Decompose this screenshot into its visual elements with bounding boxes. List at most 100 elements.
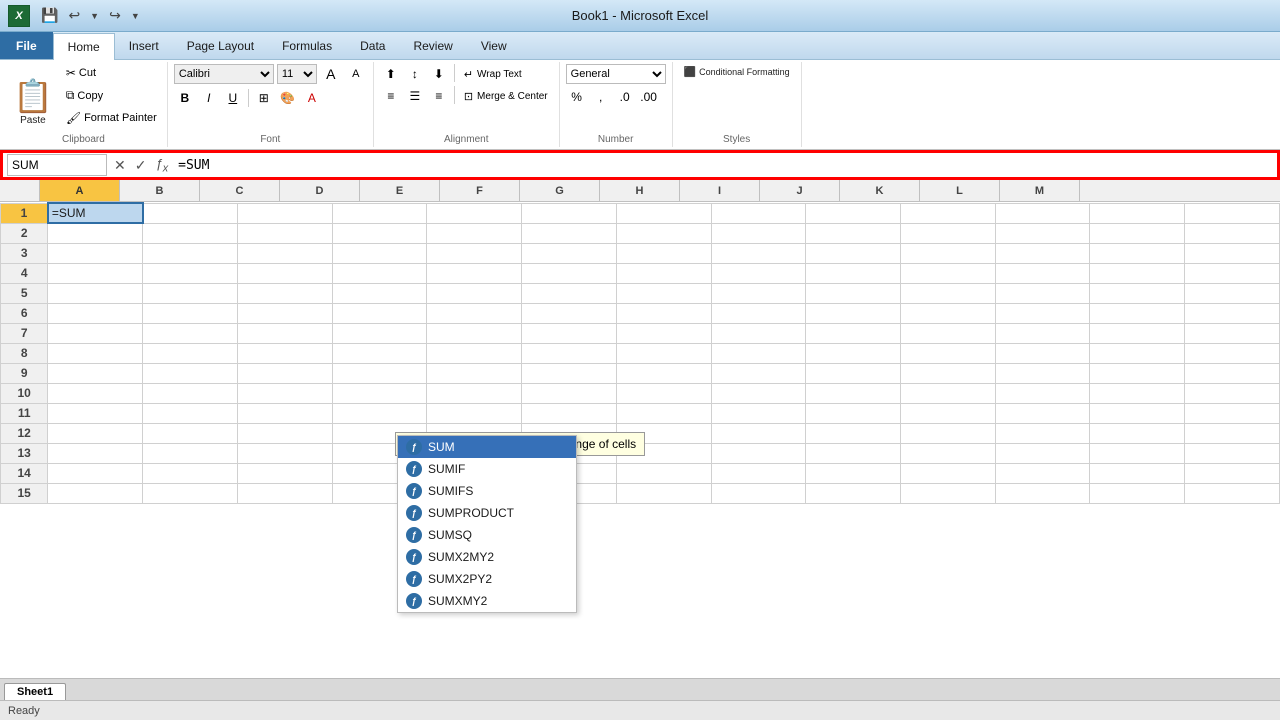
cell-G4[interactable] xyxy=(616,263,711,283)
conditional-formatting-btn[interactable]: ⬛ Conditional Formatting xyxy=(679,64,795,81)
cell-E2[interactable] xyxy=(427,223,522,243)
col-header-l[interactable]: L xyxy=(920,180,1000,201)
cell-L15[interactable] xyxy=(1090,483,1185,503)
save-quick-btn[interactable]: 💾 xyxy=(38,5,61,26)
cell-B5[interactable] xyxy=(143,283,238,303)
formula-cancel-btn[interactable]: ✕ xyxy=(111,156,129,175)
col-header-h[interactable]: H xyxy=(600,180,680,201)
cell-H13[interactable] xyxy=(711,443,806,463)
cell-G14[interactable] xyxy=(616,463,711,483)
cell-A4[interactable] xyxy=(48,263,143,283)
cell-I15[interactable] xyxy=(806,483,901,503)
cell-L13[interactable] xyxy=(1090,443,1185,463)
cell-F9[interactable] xyxy=(522,363,617,383)
cell-B15[interactable] xyxy=(143,483,238,503)
border-button[interactable]: ⊞ xyxy=(253,88,275,108)
format-painter-button[interactable]: 🖌 Format Painter xyxy=(62,109,161,127)
cell-H10[interactable] xyxy=(711,383,806,403)
cell-L2[interactable] xyxy=(1090,223,1185,243)
cell-D6[interactable] xyxy=(332,303,427,323)
ac-item-sumx2py2[interactable]: ƒ SUMX2PY2 xyxy=(398,568,576,590)
cell-A2[interactable] xyxy=(48,223,143,243)
ac-item-sumif[interactable]: ƒ SUMIF xyxy=(398,458,576,480)
cell-B13[interactable] xyxy=(143,443,238,463)
row-header-12[interactable]: 12 xyxy=(1,423,48,443)
cell-J7[interactable] xyxy=(900,323,995,343)
cell-H11[interactable] xyxy=(711,403,806,423)
cell-L3[interactable] xyxy=(1090,243,1185,263)
cell-E6[interactable] xyxy=(427,303,522,323)
cell-F7[interactable] xyxy=(522,323,617,343)
cell-M13[interactable] xyxy=(1185,443,1280,463)
cell-K5[interactable] xyxy=(995,283,1090,303)
row-header-14[interactable]: 14 xyxy=(1,463,48,483)
col-header-a[interactable]: A xyxy=(40,180,120,201)
align-right-btn[interactable]: ≡ xyxy=(428,86,450,106)
cell-E10[interactable] xyxy=(427,383,522,403)
tab-file[interactable]: File xyxy=(0,32,53,59)
cell-F11[interactable] xyxy=(522,403,617,423)
cell-F10[interactable] xyxy=(522,383,617,403)
cell-G11[interactable] xyxy=(616,403,711,423)
cell-J15[interactable] xyxy=(900,483,995,503)
cell-I7[interactable] xyxy=(806,323,901,343)
cell-M3[interactable] xyxy=(1185,243,1280,263)
cell-A15[interactable] xyxy=(48,483,143,503)
cell-B10[interactable] xyxy=(143,383,238,403)
row-header-7[interactable]: 7 xyxy=(1,323,48,343)
align-bottom-btn[interactable]: ⬇ xyxy=(428,64,450,84)
col-header-b[interactable]: B xyxy=(120,180,200,201)
cell-A14[interactable] xyxy=(48,463,143,483)
cell-A3[interactable] xyxy=(48,243,143,263)
cell-K7[interactable] xyxy=(995,323,1090,343)
row-header-4[interactable]: 4 xyxy=(1,263,48,283)
cell-G15[interactable] xyxy=(616,483,711,503)
row-header-10[interactable]: 10 xyxy=(1,383,48,403)
cell-F8[interactable] xyxy=(522,343,617,363)
cell-K8[interactable] xyxy=(995,343,1090,363)
cell-K12[interactable] xyxy=(995,423,1090,443)
cell-G6[interactable] xyxy=(616,303,711,323)
cell-C2[interactable] xyxy=(237,223,332,243)
cell-J12[interactable] xyxy=(900,423,995,443)
ac-item-sumx2my2[interactable]: ƒ SUMX2MY2 xyxy=(398,546,576,568)
formula-input[interactable] xyxy=(174,154,1273,176)
row-header-8[interactable]: 8 xyxy=(1,343,48,363)
cell-M15[interactable] xyxy=(1185,483,1280,503)
cell-D11[interactable] xyxy=(332,403,427,423)
cell-G9[interactable] xyxy=(616,363,711,383)
cell-B1[interactable] xyxy=(143,203,238,223)
cell-M8[interactable] xyxy=(1185,343,1280,363)
cell-I11[interactable] xyxy=(806,403,901,423)
cell-C13[interactable] xyxy=(237,443,332,463)
cell-A11[interactable] xyxy=(48,403,143,423)
cell-D3[interactable] xyxy=(332,243,427,263)
cell-H8[interactable] xyxy=(711,343,806,363)
cell-C14[interactable] xyxy=(237,463,332,483)
paste-button[interactable]: 📋 Paste xyxy=(6,64,60,139)
ac-item-sumxmy2[interactable]: ƒ SUMXMY2 xyxy=(398,590,576,612)
cell-M5[interactable] xyxy=(1185,283,1280,303)
cell-G1[interactable] xyxy=(616,203,711,223)
cell-D4[interactable] xyxy=(332,263,427,283)
cell-L11[interactable] xyxy=(1090,403,1185,423)
cell-H7[interactable] xyxy=(711,323,806,343)
cell-I6[interactable] xyxy=(806,303,901,323)
tab-data[interactable]: Data xyxy=(346,32,399,59)
cell-J9[interactable] xyxy=(900,363,995,383)
undo-quick-btn[interactable]: ↩ xyxy=(65,5,83,26)
cell-I1[interactable] xyxy=(806,203,901,223)
cell-E3[interactable] xyxy=(427,243,522,263)
tab-page-layout[interactable]: Page Layout xyxy=(173,32,268,59)
increase-decimal-btn[interactable]: .0 xyxy=(614,87,636,107)
cell-C5[interactable] xyxy=(237,283,332,303)
row-header-5[interactable]: 5 xyxy=(1,283,48,303)
cell-G3[interactable] xyxy=(616,243,711,263)
col-header-d[interactable]: D xyxy=(280,180,360,201)
cell-C1[interactable] xyxy=(237,203,332,223)
row-header-11[interactable]: 11 xyxy=(1,403,48,423)
cell-F4[interactable] xyxy=(522,263,617,283)
cell-H2[interactable] xyxy=(711,223,806,243)
cell-J1[interactable] xyxy=(900,203,995,223)
cell-H3[interactable] xyxy=(711,243,806,263)
